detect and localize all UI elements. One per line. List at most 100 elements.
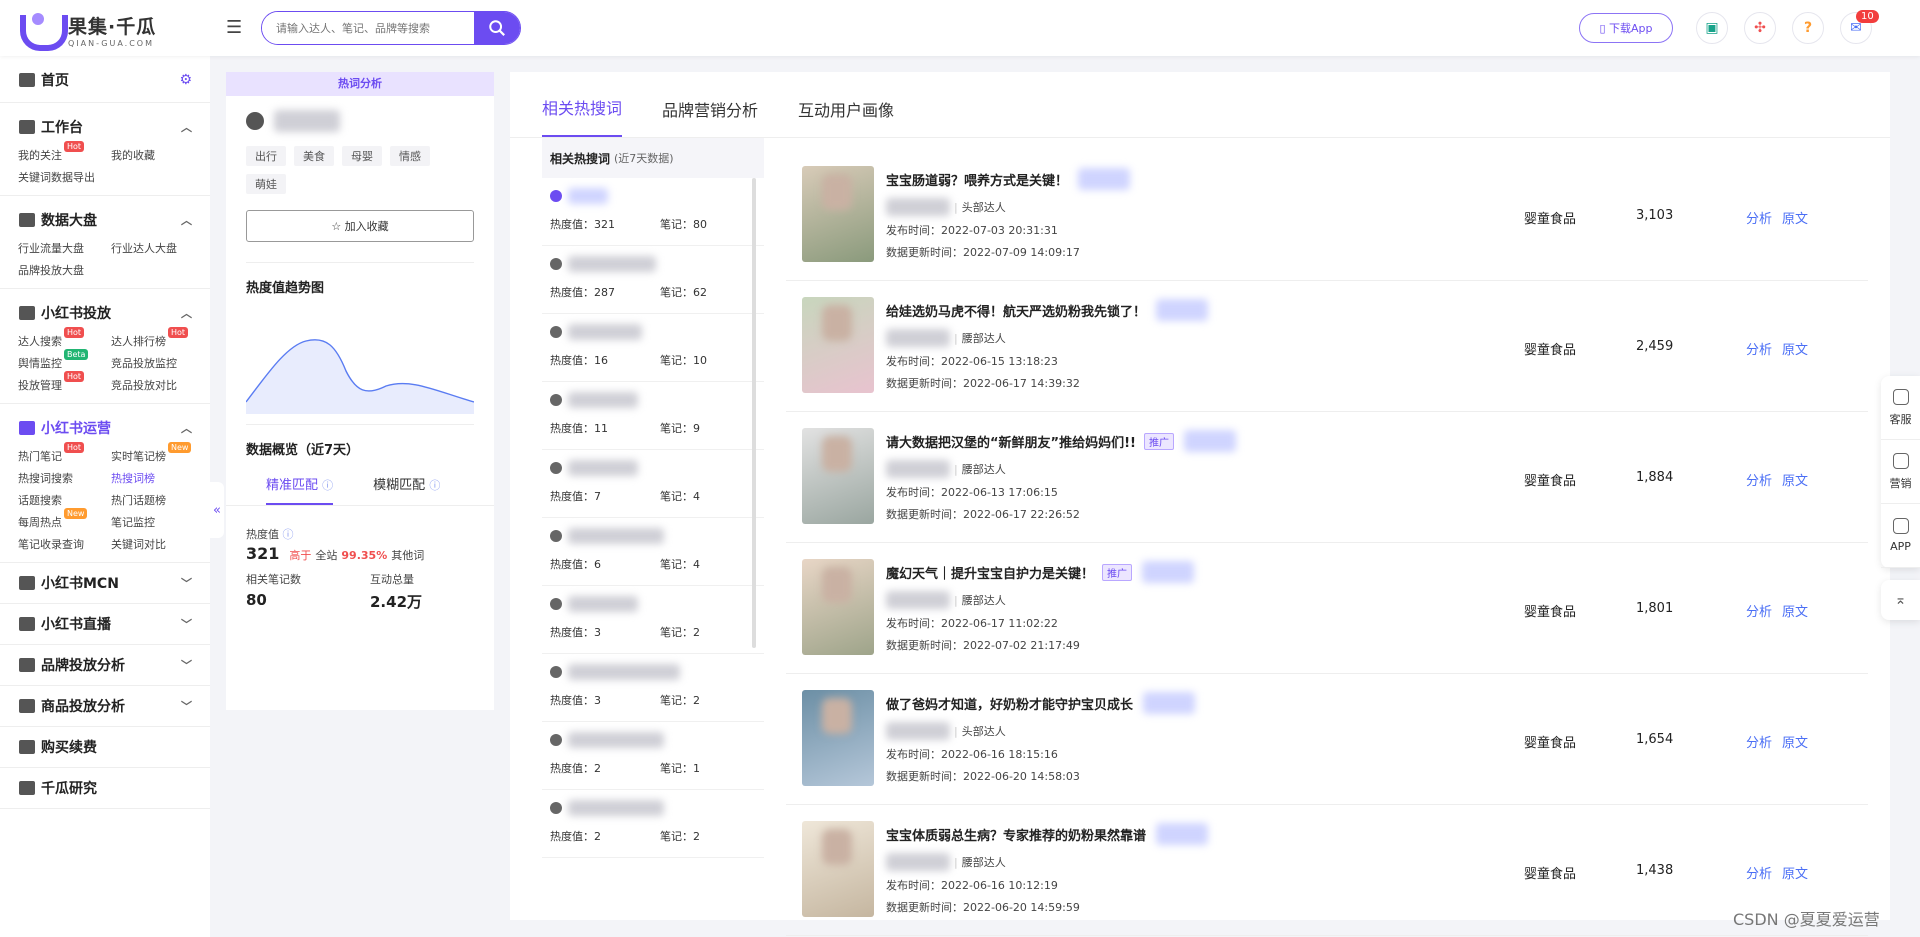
chevron-up-icon[interactable]: ︿ — [181, 420, 192, 436]
chevron-down-icon[interactable]: ﹀ — [181, 657, 192, 673]
tab-fuzzy-match[interactable]: 模糊匹配 ⓘ — [373, 474, 440, 505]
note-title[interactable]: 宝宝肠道弱？喂养方式是关键！ — [886, 170, 1068, 189]
update-time: 2022-06-20 14:58:03 — [963, 770, 1080, 783]
keyword-list-item[interactable]: 热度值：11 笔记：9 — [542, 382, 764, 450]
sidebar-item[interactable]: 行业流量大盘 — [18, 240, 111, 256]
keyword-list-item[interactable]: 热度值：6 笔记：4 — [542, 518, 764, 586]
sidebar-item[interactable]: 热搜词搜索 — [18, 470, 111, 486]
chevron-up-icon[interactable]: ︿ — [181, 119, 192, 135]
tab-main-0[interactable]: 相关热搜词 — [542, 95, 623, 137]
float-item-1[interactable]: 营销 — [1881, 440, 1920, 504]
keyword-icon — [550, 462, 562, 474]
note-thumbnail[interactable] — [802, 559, 874, 655]
original-link[interactable]: 原文 — [1782, 736, 1808, 751]
sidebar-item[interactable]: 关键词数据导出 — [18, 169, 111, 185]
tab-exact-match[interactable]: 精准匹配 ⓘ — [266, 474, 334, 505]
sidebar-item[interactable]: 竞品投放监控 — [111, 355, 204, 371]
sidebar-item[interactable]: 投放管理 Hot — [18, 371, 111, 393]
note-title[interactable]: 做了爸妈才知道，好奶粉才能守护宝贝成长 — [886, 694, 1133, 713]
note-thumbnail[interactable] — [802, 297, 874, 393]
analyze-link[interactable]: 分析 — [1746, 343, 1772, 358]
sidebar-section-collapsed[interactable]: 商品投放分析 ﹀ — [0, 692, 210, 720]
add-favorite-button[interactable]: ☆ 加入收藏 — [246, 210, 474, 242]
menu-toggle-icon[interactable]: ☰ — [226, 17, 246, 38]
note-title[interactable]: 请大数据把汉堡的“新鲜朋友”推给妈妈们!! — [886, 432, 1136, 451]
note-interaction-count: 1,884 — [1636, 470, 1674, 485]
keyword-list-item[interactable]: 热度值：287 笔记：62 — [542, 246, 764, 314]
original-link[interactable]: 原文 — [1782, 474, 1808, 489]
sidebar-item[interactable]: 舆情监控 Beta — [18, 349, 111, 371]
apps-icon[interactable]: ✣ — [1744, 12, 1776, 44]
original-link[interactable]: 原文 — [1782, 212, 1808, 227]
sidebar-section-collapsed[interactable]: 千瓜研究 — [0, 774, 210, 802]
sidebar-item[interactable]: 热门笔记 Hot — [18, 442, 111, 464]
analyze-link[interactable]: 分析 — [1746, 605, 1772, 620]
keyword-list-item[interactable]: 热度值：7 笔记：4 — [542, 450, 764, 518]
sidebar-item[interactable]: 热搜词榜 — [111, 470, 204, 486]
note-title[interactable]: 魔幻天气｜提升宝宝自护力是关键！ — [886, 563, 1094, 582]
sidebar-item[interactable]: 话题搜索 — [18, 492, 111, 508]
analyze-link[interactable]: 分析 — [1746, 212, 1772, 227]
float-item-0[interactable]: 客服 — [1881, 376, 1920, 440]
sidebar-section-collapsed[interactable]: 购买续费 — [0, 733, 210, 761]
tab-main-2[interactable]: 互动用户画像 — [798, 97, 894, 137]
chevron-down-icon[interactable]: ﹀ — [181, 616, 192, 632]
keyword-list-item[interactable]: 热度值：2 笔记：2 — [542, 790, 764, 858]
help-icon[interactable]: ? — [1792, 12, 1824, 44]
note-thumbnail[interactable] — [802, 166, 874, 262]
chevron-up-icon[interactable]: ︿ — [181, 305, 192, 321]
keyword-list-item[interactable]: 热度值：3 笔记：2 — [542, 654, 764, 722]
sidebar-section-collapsed[interactable]: 品牌投放分析 ﹀ — [0, 651, 210, 679]
original-link[interactable]: 原文 — [1782, 867, 1808, 882]
sidebar-item[interactable]: 行业达人大盘 — [111, 240, 204, 256]
sidebar-item[interactable]: 竞品投放对比 — [111, 377, 204, 393]
note-thumbnail[interactable] — [802, 428, 874, 524]
sidebar-section-2[interactable]: 小红书投放 ︿ — [0, 299, 210, 327]
sidebar-section-collapsed[interactable]: 小红书MCN ﹀ — [0, 569, 210, 597]
sidebar-item[interactable]: 达人搜索 Hot — [18, 327, 111, 349]
note-title[interactable]: 宝宝体质弱总生病？专家推荐的奶粉果然靠谱 — [886, 825, 1146, 844]
briefcase-icon[interactable]: ▣ — [1696, 12, 1728, 44]
search-input[interactable] — [262, 12, 474, 44]
original-link[interactable]: 原文 — [1782, 605, 1808, 620]
note-thumbnail[interactable] — [802, 821, 874, 917]
sidebar-item[interactable]: 热门话题榜 — [111, 492, 204, 508]
sidebar-item-home[interactable]: 首页 ⚙ — [0, 66, 210, 94]
note-thumbnail[interactable] — [802, 690, 874, 786]
keyword-list-item[interactable]: 热度值：321 笔记：80 — [542, 178, 764, 246]
analyze-link[interactable]: 分析 — [1746, 736, 1772, 751]
gear-icon[interactable]: ⚙ — [179, 72, 192, 88]
back-to-top-icon[interactable]: ⌅ — [1881, 580, 1920, 620]
chevron-down-icon[interactable]: ﹀ — [181, 698, 192, 714]
sidebar-item[interactable]: 关键词对比 — [111, 536, 204, 552]
original-link[interactable]: 原文 — [1782, 343, 1808, 358]
tab-main-1[interactable]: 品牌营销分析 — [662, 97, 758, 137]
sidebar-section-collapsed[interactable]: 小红书直播 ﹀ — [0, 610, 210, 638]
float-item-2[interactable]: APP — [1881, 504, 1920, 568]
logo[interactable]: 果集·千瓜 QIAN-GUA.COM — [20, 12, 156, 51]
keyword-list-scrollbar[interactable] — [752, 178, 756, 648]
chevron-down-icon[interactable]: ﹀ — [181, 575, 192, 591]
sidebar-item[interactable]: 我的收藏 — [111, 147, 204, 163]
author-name-blurred — [886, 722, 950, 740]
sidebar-collapse-button[interactable]: « — [210, 482, 224, 538]
keyword-list-item[interactable]: 热度值：16 笔记：10 — [542, 314, 764, 382]
sidebar-item[interactable]: 我的关注 Hot — [18, 141, 111, 163]
sidebar-item[interactable]: 笔记收录查询 — [18, 536, 111, 552]
note-title[interactable]: 给娃选奶马虎不得！航天严选奶粉我先锁了！ — [886, 301, 1146, 320]
sidebar-section-1[interactable]: 数据大盘 ︿ — [0, 206, 210, 234]
sidebar-item[interactable]: 实时笔记榜 New — [111, 442, 204, 464]
sidebar-section-3[interactable]: 小红书运营 ︿ — [0, 414, 210, 442]
sidebar-item[interactable]: 笔记监控 — [111, 514, 204, 530]
sidebar-item[interactable]: 达人排行榜 Hot — [111, 327, 204, 349]
keyword-list-item[interactable]: 热度值：2 笔记：1 — [542, 722, 764, 790]
chevron-up-icon[interactable]: ︿ — [181, 212, 192, 228]
sidebar-section-0[interactable]: 工作台 ︿ — [0, 113, 210, 141]
keyword-list-item[interactable]: 热度值：3 笔记：2 — [542, 586, 764, 654]
analyze-link[interactable]: 分析 — [1746, 867, 1772, 882]
analyze-link[interactable]: 分析 — [1746, 474, 1772, 489]
sidebar-item[interactable]: 每周热点 New — [18, 508, 111, 530]
search-button[interactable] — [474, 12, 520, 44]
sidebar-item[interactable]: 品牌投放大盘 — [18, 262, 111, 278]
download-app-button[interactable]: ▯ 下载App — [1579, 13, 1673, 43]
